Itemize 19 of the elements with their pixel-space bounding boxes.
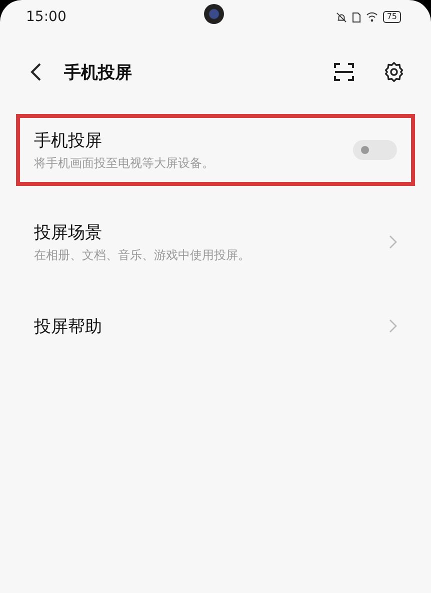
- sim-icon: [352, 12, 361, 22]
- setting-description: 将手机画面投至电视等大屏设备。: [34, 154, 215, 172]
- page-title: 手机投屏: [64, 62, 133, 84]
- camera-icon: [203, 3, 225, 25]
- setting-title: 投屏场景: [34, 222, 103, 244]
- setting-description: 在相册、文档、音乐、游戏中使用投屏。: [34, 246, 251, 264]
- chevron-right-icon: [389, 235, 397, 249]
- battery-level: 75: [382, 11, 401, 23]
- wifi-icon: [366, 12, 378, 22]
- setting-row[interactable]: 投屏场景 在相册、文档、音乐、游戏中使用投屏。: [16, 206, 415, 278]
- status-time: 15:00: [26, 9, 66, 25]
- mute-icon: [336, 12, 347, 22]
- setting-row[interactable]: 投屏帮助: [16, 298, 415, 354]
- setting-title: 手机投屏: [34, 130, 103, 152]
- highlighted-setting-row[interactable]: 手机投屏 将手机画面投至电视等大屏设备。: [16, 114, 415, 186]
- toggle-switch[interactable]: [353, 140, 397, 160]
- back-button[interactable]: [30, 62, 42, 82]
- setting-title: 投屏帮助: [34, 316, 103, 338]
- chevron-right-icon: [389, 319, 397, 333]
